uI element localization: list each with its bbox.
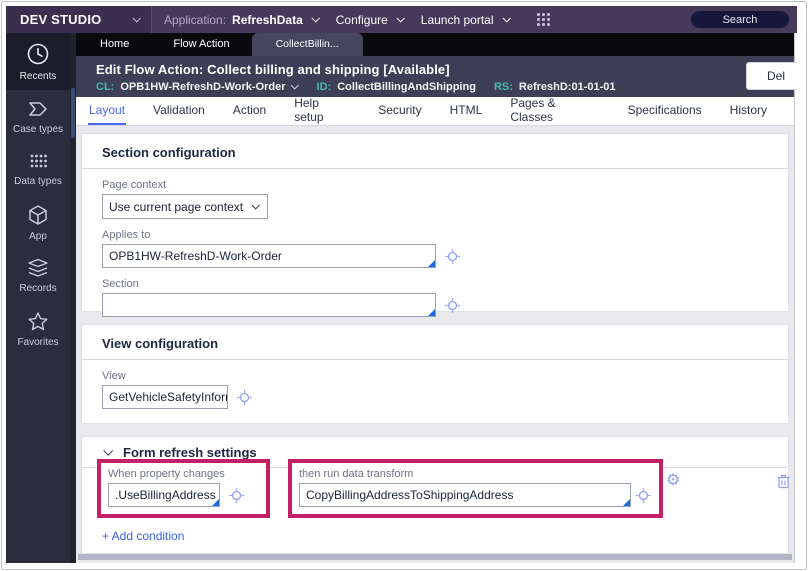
- view-label: View: [102, 370, 126, 382]
- tab-specifications[interactable]: Specifications: [627, 97, 703, 125]
- rule-content: Section configuration Page context Use c…: [76, 126, 794, 563]
- page-context-label: Page context: [102, 179, 167, 191]
- tab-action[interactable]: Action: [232, 97, 267, 125]
- sidebar-item-favorites[interactable]: Favorites: [6, 302, 70, 355]
- when-property-highlight-box: When property changes .UseBillingAddress: [97, 459, 270, 518]
- sidebar-item-data-types[interactable]: Data types: [6, 143, 70, 196]
- top-nav: Application: RefreshData Configure Launc…: [164, 13, 550, 27]
- cl-label: CL:: [96, 81, 115, 93]
- gear-target-icon[interactable]: [635, 487, 652, 504]
- brand-title: DEV STUDIO: [20, 12, 102, 27]
- rule-header: Edit Flow Action: Collect billing and sh…: [76, 56, 797, 97]
- gear-target-icon[interactable]: [444, 248, 461, 265]
- form-refresh-panel: Form refresh settings When property chan…: [81, 436, 791, 554]
- applies-to-input[interactable]: OPB1HW-RefreshD-Work-Order: [102, 244, 436, 268]
- search-label: Search: [722, 13, 758, 26]
- when-property-input[interactable]: .UseBillingAddress: [108, 483, 220, 507]
- chevron-down-icon[interactable]: [290, 81, 299, 90]
- view-configuration-panel: View configuration View GetVehicleSafety…: [81, 324, 789, 424]
- section-input[interactable]: [102, 293, 436, 317]
- launch-portal-menu[interactable]: Launch portal: [421, 13, 494, 27]
- id-value: CollectBillingAndShipping: [337, 81, 476, 93]
- rs-value: RefreshD:01-01-01: [518, 81, 616, 93]
- nav-scrollbar-thumb[interactable]: [71, 88, 75, 138]
- rs-label: RS:: [493, 81, 513, 93]
- tab-html[interactable]: HTML: [449, 97, 484, 125]
- chevron-down-icon[interactable]: [501, 13, 511, 23]
- records-layers-icon: [28, 258, 48, 277]
- sidebar-item-app[interactable]: App: [6, 196, 70, 249]
- chevron-down-icon[interactable]: [311, 13, 320, 23]
- data-transform-highlight-box: then run data transform CopyBillingAddre…: [288, 459, 663, 518]
- sidebar-item-recents[interactable]: Recents: [6, 33, 70, 90]
- tab-pages-classes[interactable]: Pages & Classes: [509, 96, 600, 125]
- case-types-icon: [29, 102, 47, 116]
- sidebar-item-case-types[interactable]: Case types: [6, 90, 70, 143]
- chevron-down-icon[interactable]: [396, 13, 405, 23]
- tab-layout[interactable]: Layout: [88, 97, 127, 125]
- configure-menu[interactable]: Configure: [336, 13, 388, 27]
- section-configuration-panel: Section configuration Page context Use c…: [81, 133, 789, 317]
- applies-to-label: Applies to: [102, 229, 151, 241]
- search-input[interactable]: Search: [691, 11, 789, 28]
- section-configuration-title: Section configuration: [82, 134, 788, 169]
- autocomplete-triangle-icon: [428, 260, 435, 267]
- application-label: Application:: [164, 12, 227, 27]
- view-input[interactable]: GetVehicleSafetyInform: [102, 385, 228, 409]
- dev-studio-app: DEV STUDIO Application: RefreshData Conf…: [6, 6, 797, 563]
- tab-home[interactable]: Home: [78, 33, 151, 56]
- delete-button[interactable]: Del: [746, 62, 797, 90]
- gear-target-icon[interactable]: [236, 389, 253, 406]
- tab-history[interactable]: History: [729, 97, 768, 125]
- tab-collectbilling-active[interactable]: CollectBillin...: [251, 33, 363, 56]
- id-label: ID:: [316, 81, 332, 93]
- form-refresh-title: Form refresh settings: [123, 445, 257, 460]
- sidebar-item-records[interactable]: Records: [6, 249, 70, 302]
- left-sidebar: Recents Case types Data types App Record…: [6, 33, 70, 563]
- application-menu[interactable]: RefreshData: [232, 13, 303, 27]
- gear-target-icon[interactable]: [228, 487, 245, 504]
- data-transform-input[interactable]: CopyBillingAddressToShippingAddress: [299, 483, 631, 507]
- gear-icon[interactable]: ⚙: [666, 473, 680, 489]
- app-cube-icon: [29, 205, 47, 225]
- tab-validation[interactable]: Validation: [152, 97, 206, 125]
- add-condition-link[interactable]: + Add condition: [102, 529, 184, 543]
- trash-icon[interactable]: [776, 473, 791, 489]
- autocomplete-triangle-icon: [212, 499, 219, 506]
- section-label: Section: [102, 278, 139, 290]
- tab-flow-action[interactable]: Flow Action: [151, 33, 251, 56]
- page-context-select[interactable]: Use current page context: [102, 194, 268, 219]
- autocomplete-triangle-icon: [623, 499, 630, 506]
- top-bar: DEV STUDIO Application: RefreshData Conf…: [6, 6, 797, 33]
- document-tab-bar: Home Flow Action CollectBillin...: [76, 33, 794, 56]
- star-icon: [28, 311, 48, 330]
- gear-target-icon[interactable]: [444, 297, 461, 314]
- tab-help-setup[interactable]: Help setup: [293, 96, 351, 125]
- brand-menu[interactable]: DEV STUDIO: [6, 6, 152, 33]
- rule-tab-strip: Layout Validation Action Help setup Secu…: [76, 96, 794, 126]
- tab-security[interactable]: Security: [377, 97, 422, 125]
- bottom-scrollbar[interactable]: [78, 554, 792, 560]
- main-area: Home Flow Action CollectBillin... Edit F…: [76, 33, 797, 563]
- chevron-down-icon: [132, 13, 141, 23]
- rule-title: Edit Flow Action: Collect billing and sh…: [96, 62, 450, 77]
- clock-icon: [27, 43, 49, 65]
- collapse-chevron-icon[interactable]: [103, 445, 114, 456]
- app-grid-icon[interactable]: [536, 13, 550, 26]
- cl-value: OPB1HW-RefreshD-Work-Order: [120, 81, 286, 93]
- when-property-label: When property changes: [108, 468, 225, 480]
- rule-keys: CL: OPB1HW-RefreshD-Work-Order ID: Colle…: [96, 81, 794, 93]
- data-transform-label: then run data transform: [299, 468, 414, 480]
- view-configuration-title: View configuration: [82, 325, 788, 360]
- chevron-down-icon: [251, 200, 260, 210]
- data-types-icon: [30, 154, 47, 168]
- autocomplete-triangle-icon: [428, 309, 435, 316]
